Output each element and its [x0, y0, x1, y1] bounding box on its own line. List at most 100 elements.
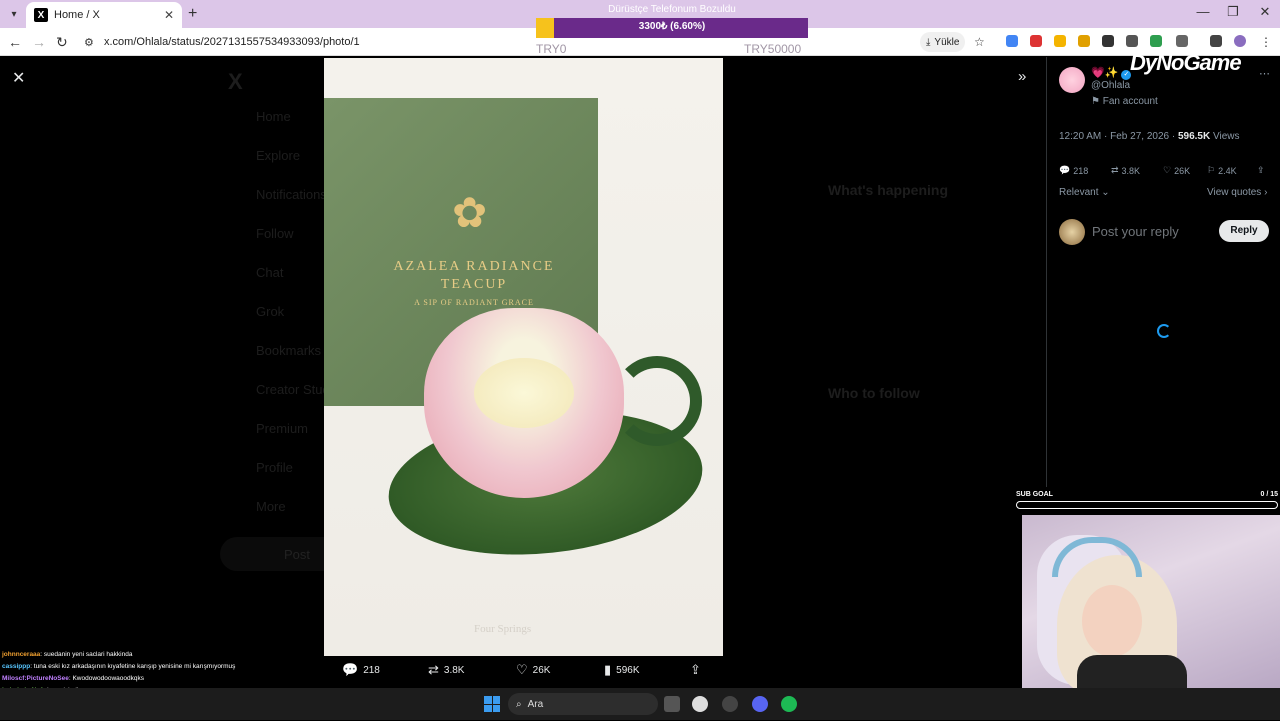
chat-message: Miloscf:PictureNoSee: Kwodowodoowaoodkqk…	[0, 673, 320, 685]
forward-icon[interactable]: →	[32, 34, 46, 50]
background-nav-item: Profile	[256, 460, 293, 475]
close-media-icon[interactable]: ✕	[12, 68, 25, 88]
reply-icon: 💬	[342, 662, 359, 677]
profile-avatar[interactable]	[1234, 35, 1246, 47]
author-avatar[interactable]	[1059, 67, 1085, 93]
background-nav-item: Follow	[256, 226, 294, 241]
url-field[interactable]: x.com/Ohlala/status/2027131557534933093/…	[104, 36, 360, 48]
discord-taskbar-icon[interactable]	[752, 696, 768, 712]
background-nav-item: Explore	[256, 148, 301, 163]
streamer-brand-logo: DyNoGame	[1130, 50, 1242, 75]
reply-button[interactable]: Reply	[1219, 220, 1269, 242]
site-info-icon[interactable]: ⚙	[84, 36, 94, 49]
windows-taskbar: ⌕ Ara	[0, 688, 1280, 720]
donation-max-label: TRY50000	[744, 42, 802, 56]
background-nav-item: Chat	[256, 265, 284, 280]
repost-action[interactable]: ⇄ 3.8K	[428, 662, 464, 678]
download-icon: ⤓	[926, 36, 931, 48]
reply-icon: 💬	[1059, 165, 1071, 175]
maximize-button[interactable]: ❐	[1218, 4, 1248, 20]
chrome-taskbar-icon[interactable]	[692, 696, 708, 712]
more-options-icon[interactable]: ⋯	[1259, 67, 1270, 80]
post-timestamp: 12:20 AM · Feb 27, 2026 · 596.5K Views	[1059, 131, 1240, 142]
bookmark-stat[interactable]: ⚐ 2.4K	[1207, 165, 1237, 176]
share-icon: ⇪	[1257, 165, 1265, 175]
donation-progress-text: 3300₺ (6.60%)	[638, 21, 706, 32]
background-nav-item: Premium	[256, 421, 309, 436]
loading-spinner-icon	[1157, 324, 1171, 338]
repost-stat[interactable]: ⇄ 3.8K	[1111, 165, 1140, 176]
chat-text: : suedanin yeni saclari hakkinda	[40, 651, 133, 658]
chevron-right-icon: ›	[1264, 187, 1268, 198]
media-icon[interactable]	[1210, 35, 1222, 47]
photo-action-bar: 💬 218 ⇄ 3.8K ♡ 26K ▮ 596K ⇪	[324, 662, 724, 682]
heart-icon: ♡	[1163, 165, 1172, 175]
browser-menu-icon[interactable]: ⋮	[1260, 35, 1272, 49]
webcam-feed	[1022, 515, 1280, 688]
search-icon: ⌕	[516, 698, 522, 710]
my-avatar	[1059, 219, 1085, 245]
view-quotes-link[interactable]: View quotes ›	[1207, 187, 1267, 198]
puzzle-extensions-icon[interactable]	[1176, 35, 1188, 47]
tab-search-icon[interactable]: ▾	[4, 4, 24, 24]
reply-action[interactable]: 💬 218	[342, 662, 380, 678]
share-action[interactable]: ⇪	[690, 662, 701, 678]
post-detail-panel: 💗✨ ✓ @Ohlala ⚑ Fan account ⋯ 12:20 AM · …	[1046, 57, 1280, 487]
spotify-taskbar-icon[interactable]	[781, 696, 797, 712]
extension-icon[interactable]	[1126, 35, 1138, 47]
chat-message: cassippp: tuna eski kız arkadaşının kıya…	[0, 661, 320, 673]
minimize-button[interactable]: —	[1188, 4, 1218, 19]
share-stat[interactable]: ⇪	[1257, 165, 1265, 176]
extension-icon[interactable]	[1078, 35, 1090, 47]
streamer-shirt	[1077, 655, 1187, 688]
expand-sidebar-icon[interactable]: »	[1018, 68, 1026, 85]
tab-close-icon[interactable]: ✕	[164, 8, 174, 22]
tab-home-x[interactable]: X Home / X ✕	[26, 2, 182, 28]
install-button[interactable]: ⤓ Yükle	[920, 32, 966, 52]
box-title: AZALEA RADIANCE TEACUP	[393, 259, 555, 292]
extension-icon[interactable]	[1030, 35, 1042, 47]
views-action[interactable]: ▮ 596K	[604, 662, 640, 678]
author-handle[interactable]: @Ohlala	[1091, 80, 1130, 91]
x-logo-icon: X	[228, 69, 243, 94]
shield-extension-icon[interactable]	[1150, 35, 1162, 47]
close-window-button[interactable]: ✕	[1250, 4, 1280, 20]
chat-username: johnnceraaa	[2, 651, 41, 658]
chat-username: Miloscf:PictureNoSee	[2, 675, 69, 682]
background-nav-item: Bookmarks	[256, 343, 322, 358]
sub-goal-count: 0 / 15	[1260, 491, 1278, 498]
bookmark-icon: ⚐	[1207, 165, 1216, 175]
background-nav-item: Home	[256, 109, 291, 124]
extension-icon[interactable]	[1102, 35, 1114, 47]
reply-input[interactable]: Post your reply	[1092, 224, 1179, 239]
reload-icon[interactable]: ↻	[56, 34, 68, 51]
post-stats: 💬 218 ⇄ 3.8K ♡ 26K ⚐ 2.4K ⇪	[1059, 165, 1271, 181]
sub-goal-label: SUB GOAL	[1016, 491, 1053, 498]
bookmark-star-icon[interactable]: ☆	[974, 35, 985, 49]
taskbar-search[interactable]: ⌕ Ara	[508, 693, 658, 715]
like-action[interactable]: ♡ 26K	[516, 662, 550, 678]
donation-min-label: TRY0	[536, 42, 567, 56]
back-icon[interactable]: ←	[8, 34, 22, 50]
translate-extension-icon[interactable]	[1006, 35, 1018, 47]
obs-taskbar-icon[interactable]	[722, 696, 738, 712]
post-photo[interactable]: ✿ AZALEA RADIANCE TEACUP A SIP OF RADIAN…	[324, 58, 723, 656]
reply-stat[interactable]: 💬 218	[1059, 165, 1088, 176]
tab-title: Home / X	[54, 9, 100, 21]
streamer-face	[1082, 585, 1142, 657]
background-nav-item: Grok	[256, 304, 285, 319]
cup-inner	[474, 358, 574, 428]
donation-progress-bar: 3300₺ (6.60%)	[536, 18, 808, 38]
post-button-label: Post	[284, 547, 311, 562]
task-view-icon[interactable]	[664, 696, 680, 712]
new-tab-button[interactable]: +	[188, 5, 197, 23]
share-icon: ⇪	[690, 662, 701, 677]
start-button[interactable]	[484, 696, 500, 712]
like-stat[interactable]: ♡ 26K	[1163, 165, 1190, 176]
author-name[interactable]: 💗✨ ✓	[1091, 66, 1132, 80]
reply-sort-dropdown[interactable]: Relevant ⌄	[1059, 187, 1110, 198]
extension-icon[interactable]	[1054, 35, 1066, 47]
box-subtitle: A SIP OF RADIANT GRACE	[414, 298, 534, 307]
donation-title: Dürüstçe Telefonum Bozuldu	[608, 4, 736, 15]
photo-watermark: Four Springs	[474, 623, 532, 635]
